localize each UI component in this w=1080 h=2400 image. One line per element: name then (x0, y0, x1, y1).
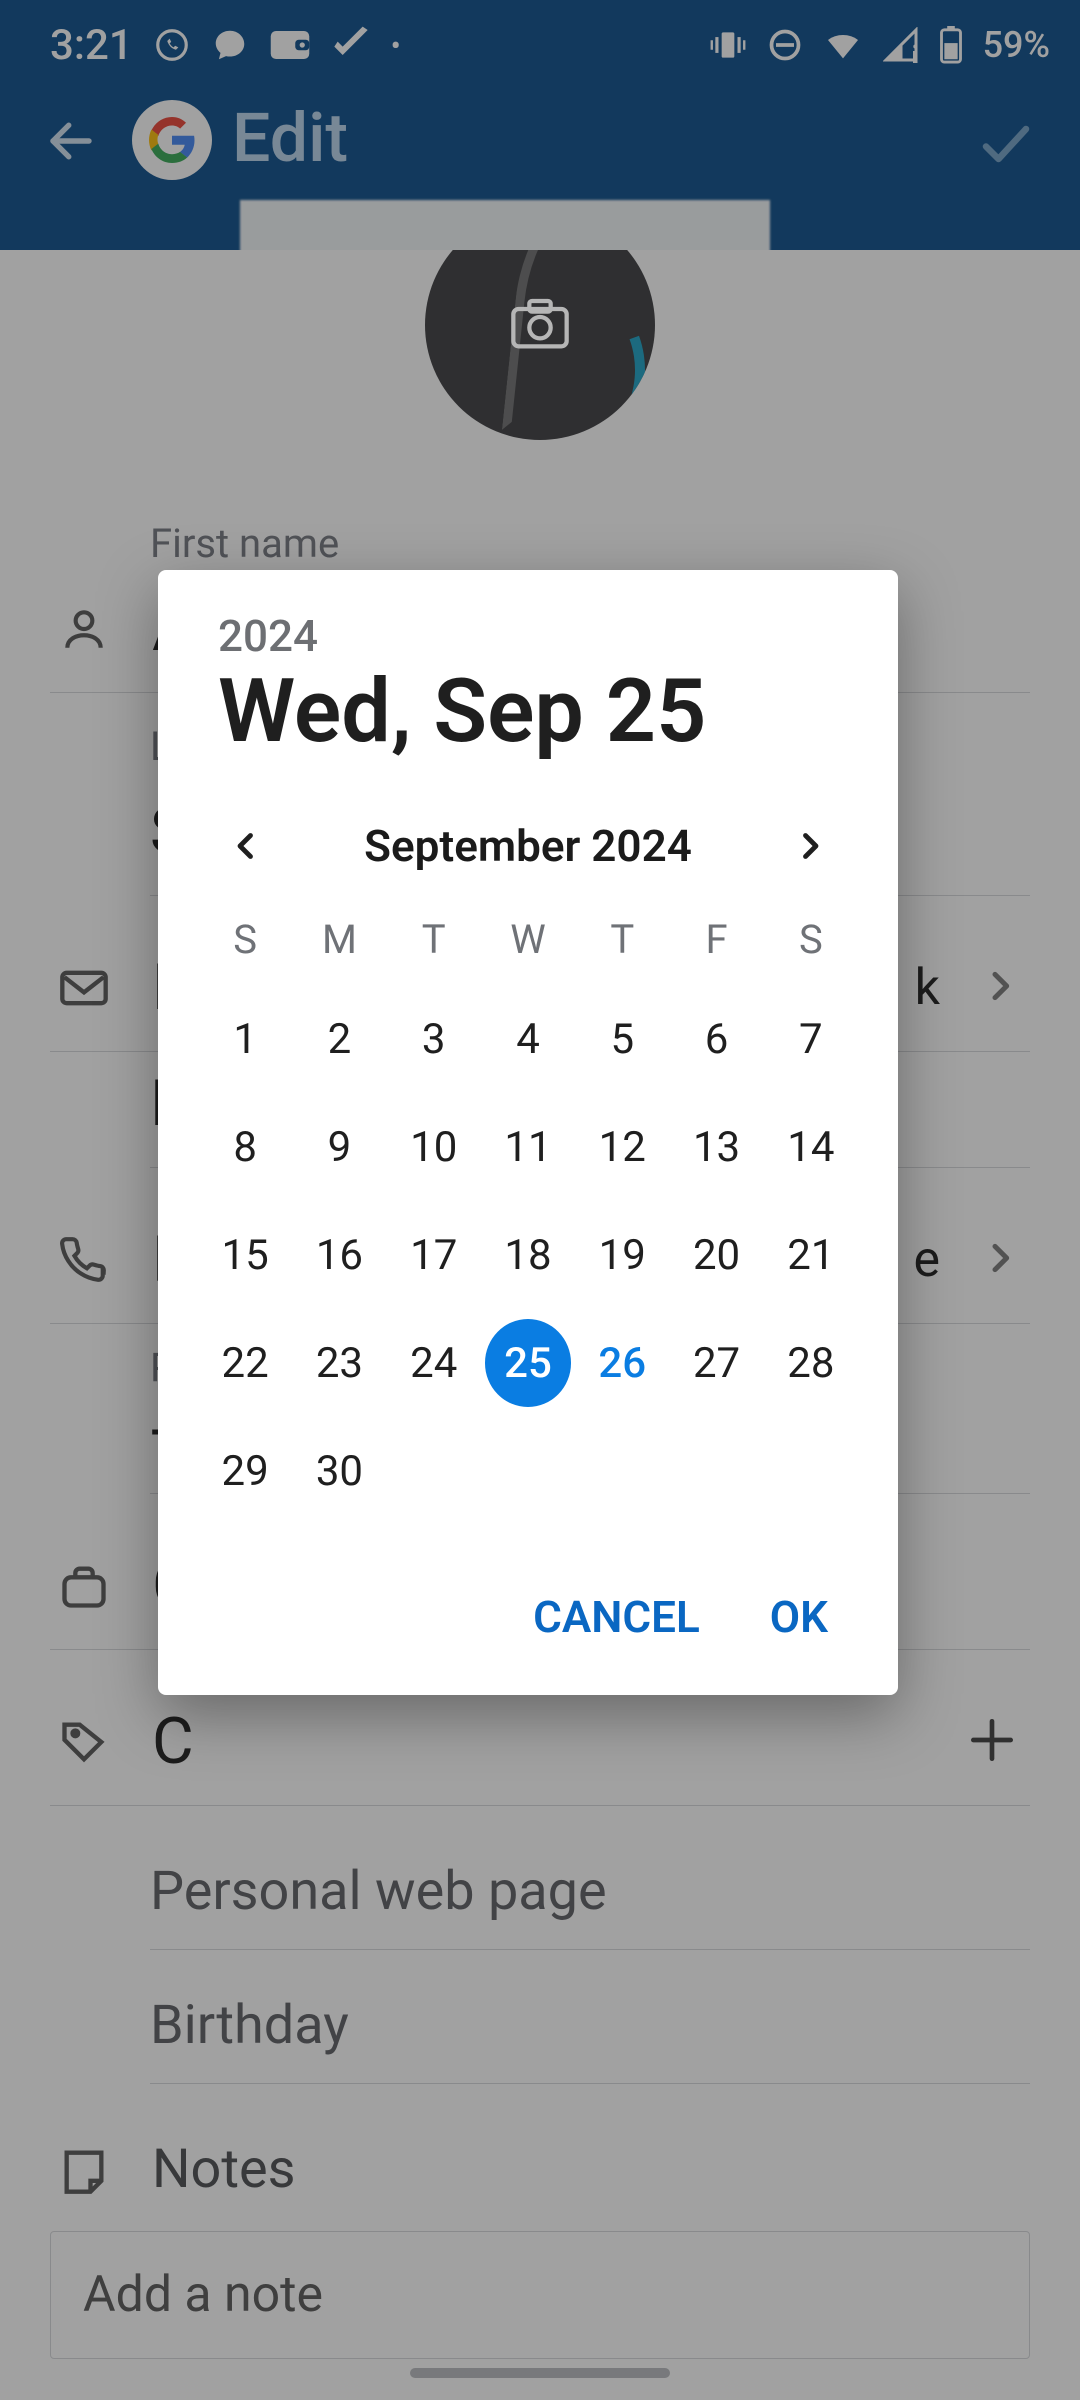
day-29[interactable]: 29 (202, 1427, 288, 1515)
weekday-sun: S (198, 916, 292, 963)
day-5[interactable]: 5 (579, 995, 665, 1083)
day-14[interactable]: 14 (768, 1103, 854, 1191)
weekday-sat: S (764, 916, 858, 963)
dialog-selected-date[interactable]: Wed, Sep 25 (218, 666, 858, 758)
day-25[interactable]: 25 (485, 1319, 571, 1407)
weekday-thu: T (575, 916, 669, 963)
day-18[interactable]: 18 (485, 1211, 571, 1299)
weekday-tue: T (387, 916, 481, 963)
ok-button[interactable]: OK (760, 1579, 838, 1655)
next-month-button[interactable] (782, 818, 838, 874)
day-21[interactable]: 21 (768, 1211, 854, 1299)
day-1[interactable]: 1 (202, 995, 288, 1083)
camera-icon (508, 298, 572, 352)
day-27[interactable]: 27 (673, 1319, 759, 1407)
day-10[interactable]: 10 (391, 1103, 477, 1191)
prev-month-button[interactable] (218, 818, 274, 874)
day-13[interactable]: 13 (673, 1103, 759, 1191)
day-22[interactable]: 22 (202, 1319, 288, 1407)
day-2[interactable]: 2 (296, 995, 382, 1083)
day-4[interactable]: 4 (485, 995, 571, 1083)
day-20[interactable]: 20 (673, 1211, 759, 1299)
day-12[interactable]: 12 (579, 1103, 665, 1191)
weekday-wed: W (481, 916, 575, 963)
day-15[interactable]: 15 (202, 1211, 288, 1299)
day-3[interactable]: 3 (391, 995, 477, 1083)
calendar-grid: 1234567891011121314151617181920212223242… (198, 991, 858, 1519)
day-24[interactable]: 24 (391, 1319, 477, 1407)
day-19[interactable]: 19 (579, 1211, 665, 1299)
day-6[interactable]: 6 (673, 995, 759, 1083)
dialog-month-label[interactable]: September 2024 (364, 820, 692, 872)
day-7[interactable]: 7 (768, 995, 854, 1083)
day-26[interactable]: 26 (579, 1319, 665, 1407)
cancel-button[interactable]: CANCEL (523, 1579, 710, 1655)
day-8[interactable]: 8 (202, 1103, 288, 1191)
day-16[interactable]: 16 (296, 1211, 382, 1299)
day-23[interactable]: 23 (296, 1319, 382, 1407)
weekday-mon: M (292, 916, 386, 963)
day-28[interactable]: 28 (768, 1319, 854, 1407)
date-picker-dialog: 2024 Wed, Sep 25 September 2024 S M T W … (158, 570, 898, 1695)
dialog-year[interactable]: 2024 (218, 610, 858, 662)
weekday-fri: F (669, 916, 763, 963)
day-17[interactable]: 17 (391, 1211, 477, 1299)
weekday-header: S M T W T F S (198, 916, 858, 963)
day-11[interactable]: 11 (485, 1103, 571, 1191)
day-9[interactable]: 9 (296, 1103, 382, 1191)
day-30[interactable]: 30 (296, 1427, 382, 1515)
